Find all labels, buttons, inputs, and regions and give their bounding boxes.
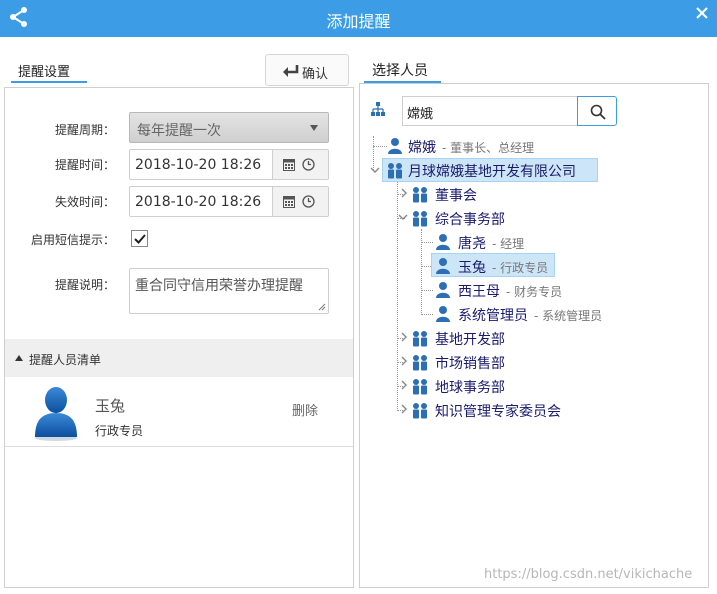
group-icon	[413, 187, 427, 203]
tab-select-person[interactable]: 选择人员	[364, 54, 441, 83]
node-title: - 经理	[492, 237, 525, 251]
node-name: 嫦娥	[408, 140, 436, 156]
checkmark-icon	[134, 234, 146, 244]
person-name: 玉兔	[95, 397, 126, 415]
user-icon	[436, 282, 450, 298]
chevron-down-icon[interactable]	[370, 165, 380, 175]
tree-node-dept[interactable]: 地球事务部	[397, 375, 597, 397]
dialog-title-bar: 添加提醒	[0, 0, 717, 37]
user-avatar-icon	[35, 387, 77, 441]
list-item: 玉兔 行政专员 删除	[5, 377, 353, 447]
user-icon	[388, 138, 402, 154]
expire-time-input[interactable]: 2018-10-20 18:26	[129, 186, 329, 217]
group-icon	[413, 403, 427, 419]
group-icon	[388, 163, 402, 179]
tab-label: 选择人员	[372, 63, 428, 79]
node-name: 综合事务部	[435, 212, 505, 228]
watermark: https://blog.csdn.net/vikichache	[484, 567, 693, 582]
reminder-settings-panel: 提醒周期： 每年提醒一次 提醒时间： 2018-10-20 18:26 失效时间…	[4, 87, 354, 588]
close-icon[interactable]	[695, 6, 709, 20]
delete-link[interactable]: 删除	[292, 400, 318, 419]
node-name: 系统管理员	[458, 308, 528, 324]
expire-time-label: 失效时间：	[54, 195, 115, 209]
node-name: 月球嫦娥基地开发有限公司	[408, 164, 576, 180]
expire-time-value: 2018-10-20 18:26	[135, 194, 262, 210]
user-icon	[436, 234, 450, 250]
search-icon	[590, 104, 606, 120]
group-icon	[413, 379, 427, 395]
node-name: 玉兔	[458, 260, 486, 276]
dropdown-caret-icon	[310, 125, 318, 131]
tree-node-person[interactable]: 嫦娥 - 董事长、总经理	[386, 135, 626, 157]
clock-icon[interactable]	[302, 195, 315, 208]
note-value: 重合同守信用荣誉办理提醒	[135, 278, 303, 294]
node-name: 市场销售部	[435, 356, 505, 372]
tree-node-company[interactable]: 月球嫦娥基地开发有限公司	[370, 159, 610, 181]
clock-icon[interactable]	[302, 158, 315, 171]
chevron-right-icon[interactable]	[399, 188, 409, 198]
period-select[interactable]: 每年提醒一次	[129, 112, 329, 143]
tree-node-dept[interactable]: 董事会	[397, 183, 597, 205]
sms-label: 启用短信提示：	[30, 233, 115, 247]
calendar-icon[interactable]	[283, 195, 295, 208]
remind-time-label: 提醒时间：	[54, 158, 115, 172]
person-select-panel: 嫦娥 嫦娥 - 董事长、总经理 月球嫦娥基地开发有限公司 董事会 综合事务部 唐…	[359, 83, 709, 588]
node-name: 知识管理专家委员会	[435, 404, 561, 420]
chevron-right-icon[interactable]	[399, 380, 409, 390]
node-title: - 行政专员	[492, 261, 549, 275]
sms-checkbox[interactable]	[131, 230, 148, 247]
dialog-title: 添加提醒	[326, 12, 391, 31]
tree-node-dept[interactable]: 市场销售部	[397, 351, 597, 373]
node-name: 董事会	[435, 188, 477, 204]
user-icon	[436, 306, 450, 322]
list-header-label: 提醒人员清单	[29, 353, 102, 367]
node-name: 西王母	[458, 284, 500, 300]
group-icon	[413, 355, 427, 371]
search-button[interactable]	[577, 96, 617, 126]
tree-node-dept[interactable]: 基地开发部	[397, 327, 597, 349]
tree-node-dept[interactable]: 知识管理专家委员会	[397, 399, 637, 421]
chevron-right-icon[interactable]	[399, 404, 409, 414]
remind-time-value: 2018-10-20 18:26	[135, 157, 262, 173]
enter-arrow-icon	[283, 65, 299, 77]
period-value: 每年提醒一次	[137, 123, 221, 139]
tree-node-dept[interactable]: 综合事务部	[397, 207, 597, 229]
tree-node-person[interactable]: 玉兔 - 行政专员	[434, 255, 634, 277]
tab-reminder-settings[interactable]: 提醒设置	[11, 54, 87, 83]
tree-node-person[interactable]: 西王母 - 财务专员	[434, 279, 654, 301]
node-title: - 系统管理员	[534, 309, 603, 323]
user-icon	[436, 258, 450, 274]
node-name: 唐尧	[458, 236, 486, 252]
node-title: - 董事长、总经理	[442, 141, 535, 155]
period-label: 提醒周期：	[54, 123, 115, 137]
calendar-icon[interactable]	[283, 158, 295, 171]
tab-label: 提醒设置	[18, 65, 71, 80]
note-textarea[interactable]: 重合同守信用荣誉办理提醒	[129, 268, 329, 314]
resize-grip-icon[interactable]	[318, 303, 326, 311]
collapse-triangle-icon	[15, 355, 23, 361]
chevron-right-icon[interactable]	[399, 356, 409, 366]
chevron-down-icon[interactable]	[398, 212, 408, 222]
search-input[interactable]: 嫦娥	[402, 96, 578, 126]
tree-node-person[interactable]: 唐尧 - 经理	[434, 231, 634, 253]
group-icon	[413, 331, 427, 347]
chevron-right-icon[interactable]	[399, 332, 409, 342]
org-tree-icon[interactable]	[370, 101, 386, 117]
reminder-list-header[interactable]: 提醒人员清单	[5, 339, 353, 377]
group-icon	[413, 211, 427, 227]
tree-node-person[interactable]: 系统管理员 - 系统管理员	[434, 303, 694, 325]
person-title: 行政专员	[95, 424, 144, 438]
remind-time-input[interactable]: 2018-10-20 18:26	[129, 149, 329, 180]
node-title: - 财务专员	[506, 285, 563, 299]
node-name: 基地开发部	[435, 332, 505, 348]
search-value: 嫦娥	[407, 107, 434, 122]
note-label: 提醒说明：	[54, 278, 115, 292]
confirm-label: 确认	[302, 67, 329, 82]
confirm-button[interactable]: 确认	[265, 54, 349, 86]
node-name: 地球事务部	[435, 380, 505, 396]
